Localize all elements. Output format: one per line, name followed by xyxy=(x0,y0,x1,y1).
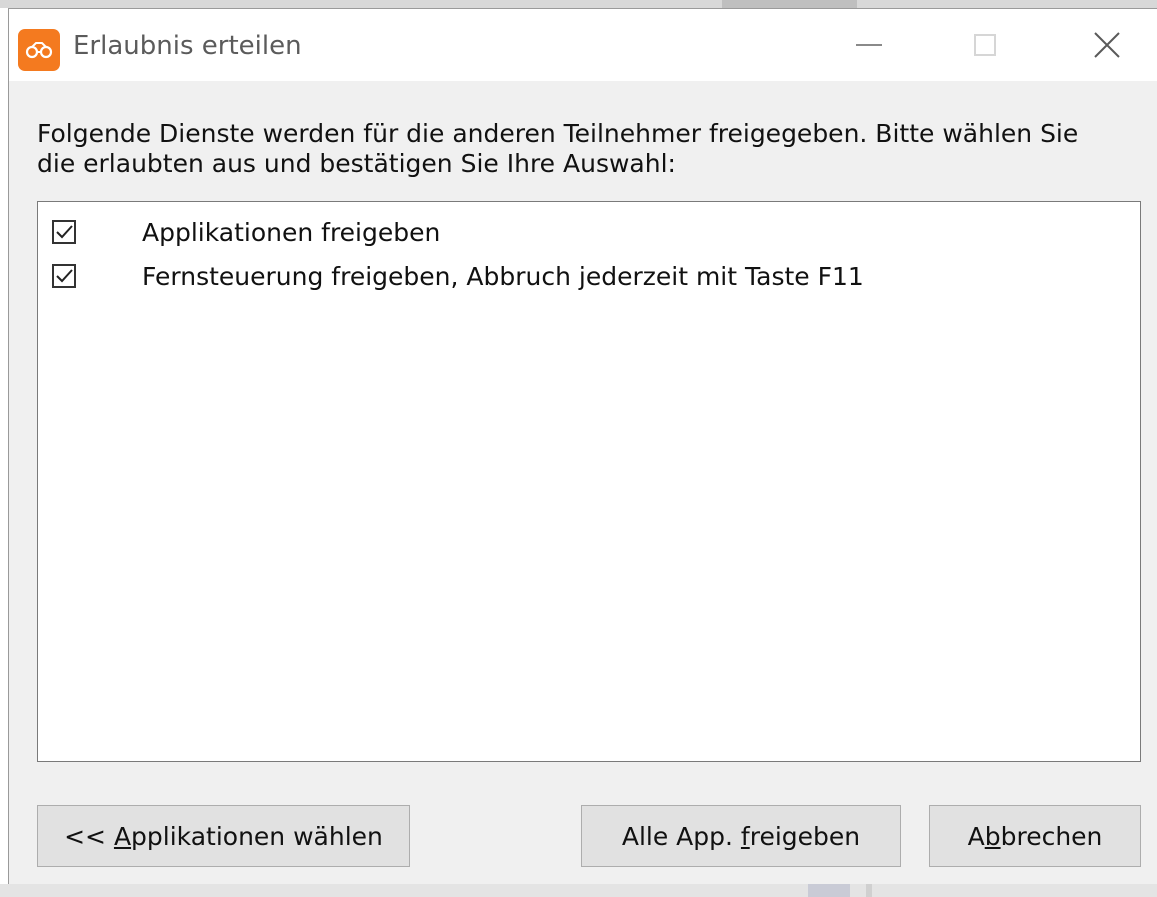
checkmark-icon xyxy=(56,269,73,283)
choose-applications-button[interactable]: << Applikationen wählen xyxy=(37,805,410,867)
button-prefix: << xyxy=(64,821,114,851)
service-item-remote-control[interactable]: Fernsteuerung freigeben, Abbruch jederze… xyxy=(38,260,1140,304)
background-window-strip xyxy=(0,0,1157,8)
background-window-edge xyxy=(866,884,872,897)
minimize-button[interactable] xyxy=(839,23,899,67)
instruction-line-2: die erlaubten aus und bestätigen Sie Ihr… xyxy=(37,149,676,178)
remote-control-checkbox[interactable] xyxy=(52,264,76,288)
checkmark-icon xyxy=(56,225,73,239)
service-label: Fernsteuerung freigeben, Abbruch jederze… xyxy=(142,262,864,291)
title-bar[interactable]: Erlaubnis erteilen xyxy=(9,9,1157,81)
button-label-start: Alle App. xyxy=(621,821,741,851)
share-applications-checkbox[interactable] xyxy=(52,220,76,244)
background-window-strip-bottom xyxy=(0,884,1157,897)
close-icon xyxy=(1094,32,1120,58)
maximize-button[interactable] xyxy=(955,23,1015,67)
services-list[interactable]: Applikationen freigeben Fernsteuerung fr… xyxy=(37,201,1141,762)
instruction-line-1: Folgende Dienste werden für die anderen … xyxy=(37,119,1079,148)
accelerator-key: f xyxy=(740,821,750,851)
service-label: Applikationen freigeben xyxy=(142,218,441,247)
button-label: pplikationen wählen xyxy=(131,821,383,851)
maximize-icon xyxy=(974,34,996,56)
orange-app-logo-icon xyxy=(18,29,60,71)
cancel-button[interactable]: Ab brechen xyxy=(929,805,1141,867)
accelerator-key: b xyxy=(984,821,1001,851)
permission-dialog: Erlaubnis erteilen Folgende Dienste werd… xyxy=(8,8,1157,884)
service-item-share-applications[interactable]: Applikationen freigeben xyxy=(38,216,1140,260)
button-label-end: reigeben xyxy=(749,821,861,851)
background-window-edge xyxy=(722,0,857,8)
instruction-text: Folgende Dienste werden für die anderen … xyxy=(37,119,1137,179)
background-window-edge xyxy=(808,884,850,897)
button-label-start: A xyxy=(967,821,985,851)
button-label-end: brechen xyxy=(1000,821,1103,851)
accelerator-key: A xyxy=(113,821,132,851)
window-title: Erlaubnis erteilen xyxy=(73,31,302,61)
minimize-icon xyxy=(856,44,882,46)
close-button[interactable] xyxy=(1077,23,1137,67)
share-all-apps-button[interactable]: Alle App. f reigeben xyxy=(581,805,901,867)
